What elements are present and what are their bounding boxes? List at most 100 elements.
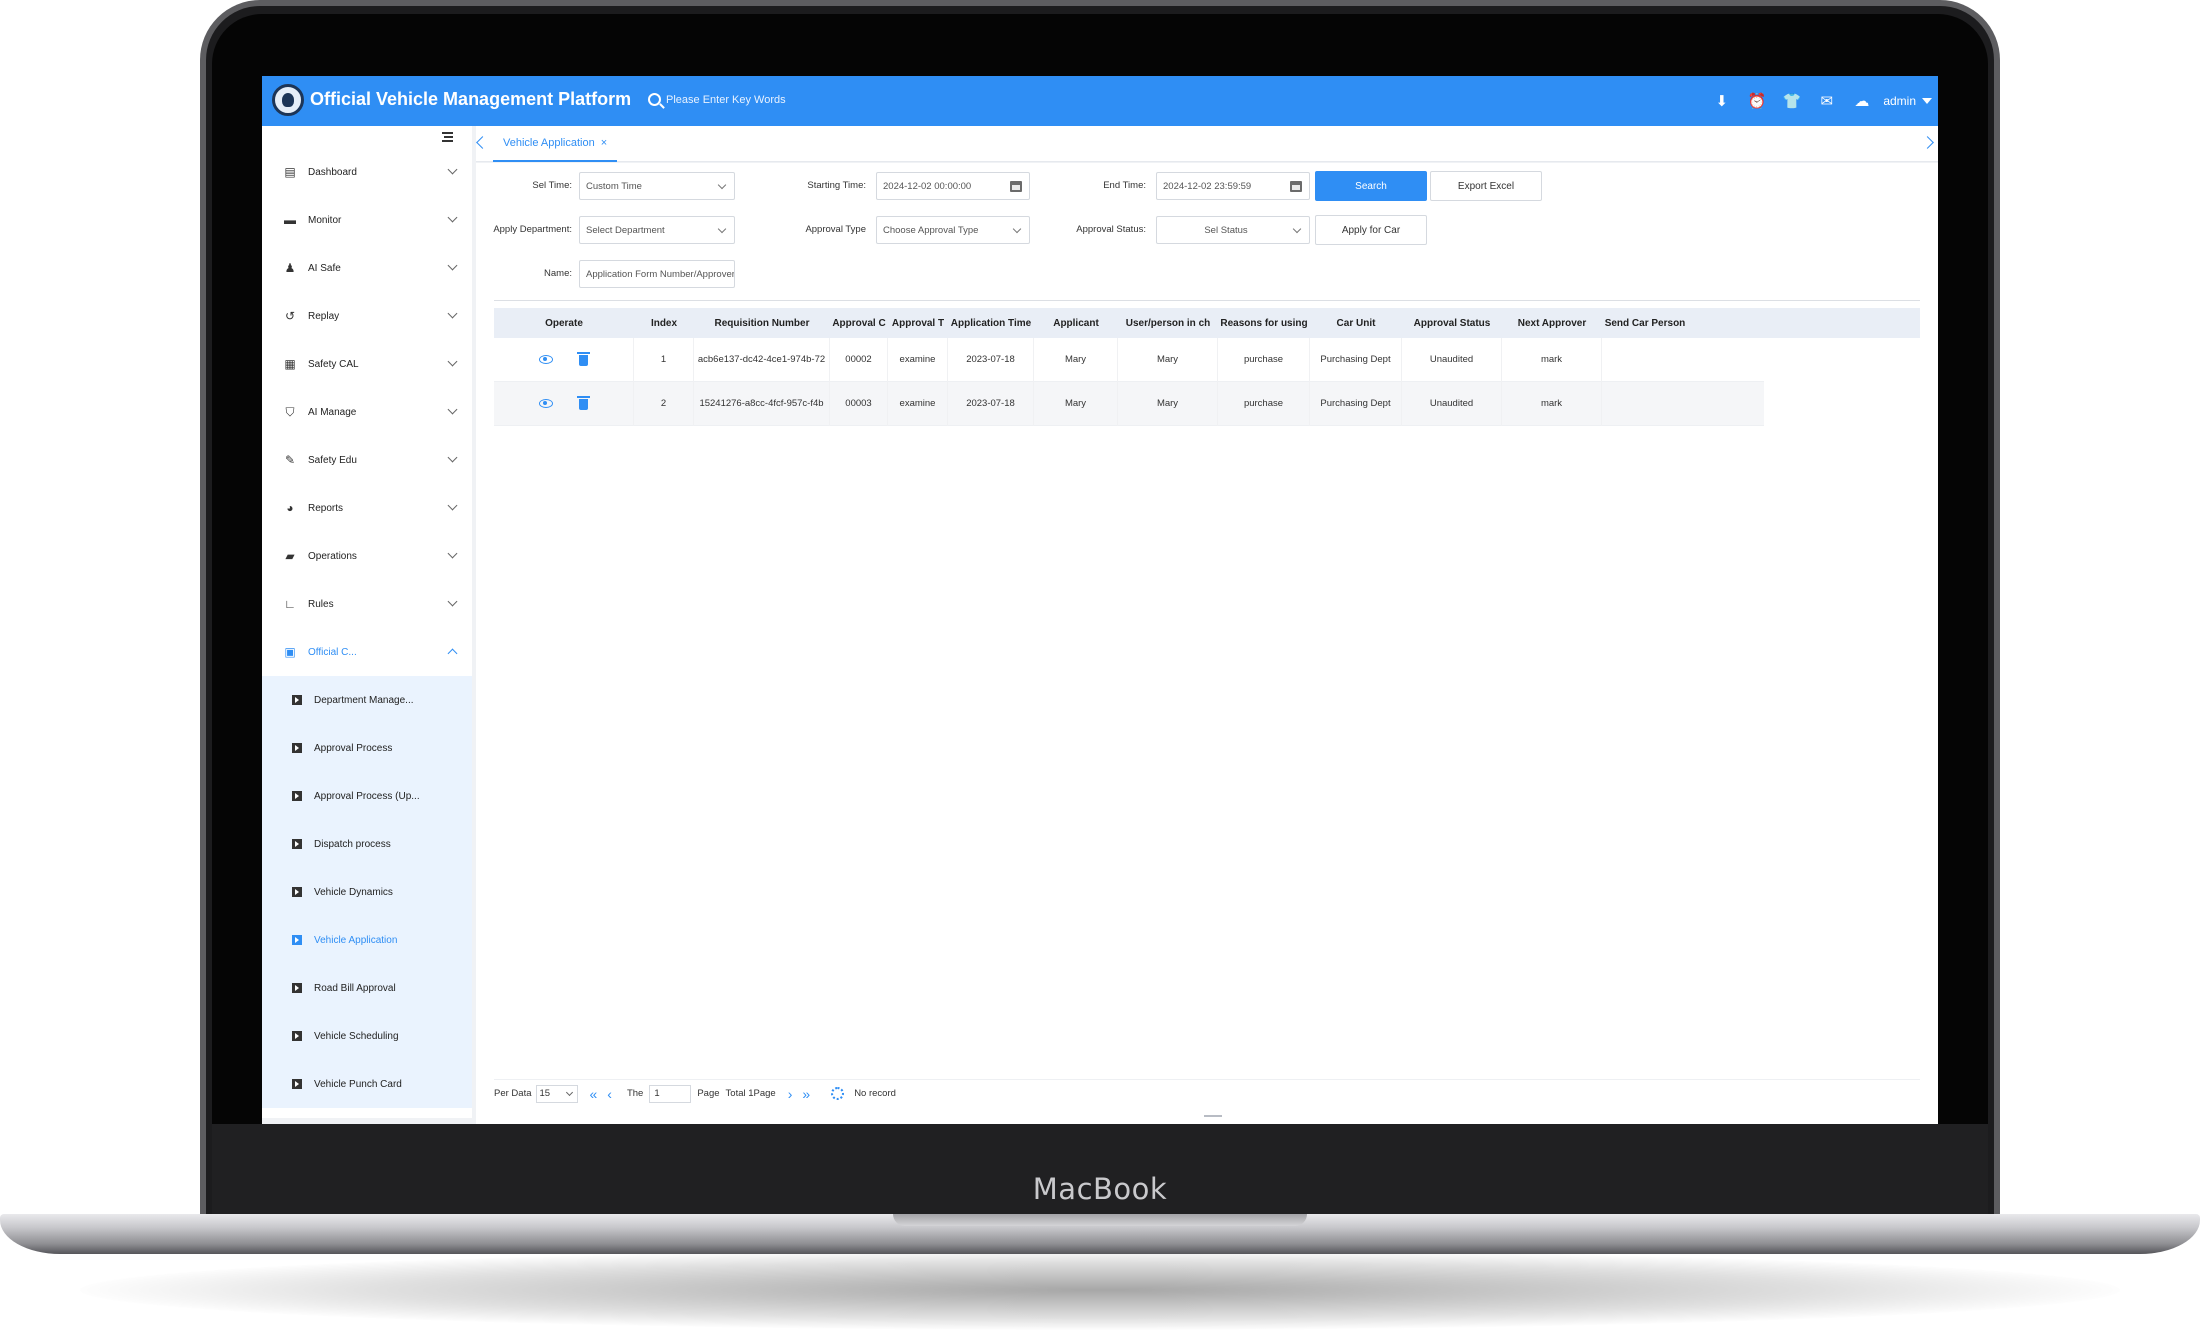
resize-handle[interactable] xyxy=(1204,1115,1222,1117)
shield-icon: ⛉ xyxy=(285,404,295,419)
view-icon[interactable] xyxy=(539,355,553,364)
export-excel-button[interactable]: Export Excel xyxy=(1430,171,1542,201)
cell-approval-code: 00003 xyxy=(830,381,888,426)
sidebar-subitem-approval-process-up[interactable]: Approval Process (Up... xyxy=(262,772,472,820)
mail-icon[interactable]: ✉ xyxy=(1809,76,1844,126)
search-input[interactable] xyxy=(666,90,866,110)
document-icon: ▣ xyxy=(284,645,296,659)
per-data-label: Per Data xyxy=(494,1088,532,1099)
collapse-menu-icon[interactable] xyxy=(439,132,453,144)
sidebar-subitem-vehicle-punch-card[interactable]: Vehicle Punch Card xyxy=(262,1060,472,1108)
column-header[interactable]: Application Time xyxy=(948,318,1034,329)
sidebar-item-reports[interactable]: ◕ Reports xyxy=(262,484,472,532)
sidebar-subitem-vehicle-dynamics[interactable]: Vehicle Dynamics xyxy=(262,868,472,916)
column-header[interactable]: Approval Status xyxy=(1402,318,1502,329)
shirt-icon[interactable]: 👕 xyxy=(1774,76,1809,126)
end-time-value: 2024-12-02 23:59:59 xyxy=(1163,180,1252,192)
table-row[interactable]: 1 acb6e137-dc42-4ce1-974b-72 00002 exami… xyxy=(494,337,1764,382)
view-icon[interactable] xyxy=(539,399,553,408)
apply-department-select[interactable]: Select Department xyxy=(579,216,735,244)
alarm-icon[interactable]: ⏰ xyxy=(1739,76,1774,126)
chevron-down-icon xyxy=(447,404,458,415)
search-icon[interactable] xyxy=(648,93,661,106)
sidebar-subitem-road-bill-approval[interactable]: Road Bill Approval xyxy=(262,964,472,1012)
calendar-icon xyxy=(1290,181,1302,192)
sel-time-select[interactable]: Custom Time xyxy=(579,172,735,200)
cell-next-approver: mark xyxy=(1502,337,1602,382)
approval-status-select[interactable]: Sel Status xyxy=(1156,216,1310,244)
table-row[interactable]: 2 15241276-a8cc-4fcf-957c-f4b 00003 exam… xyxy=(494,381,1764,426)
column-header[interactable]: Send Car Person xyxy=(1602,318,1688,329)
app-logo xyxy=(272,84,304,116)
page-icon xyxy=(292,1079,302,1089)
column-header[interactable]: Approval T xyxy=(888,318,948,329)
pagination: Per Data 15 « ‹ The 1 Page Total 1Page ›… xyxy=(494,1079,1920,1107)
page-number-input[interactable]: 1 xyxy=(649,1084,692,1103)
next-page-icon[interactable]: › xyxy=(788,1086,793,1102)
search-button[interactable]: Search xyxy=(1315,171,1427,201)
sidebar: ▤ Dashboard ▬ Monitor ♟ AI Safe ↺ Replay… xyxy=(262,126,472,1118)
cell-application-time: 2023-07-18 xyxy=(948,337,1034,382)
sidebar-item-operations[interactable]: ▰ Operations xyxy=(262,532,472,580)
close-icon[interactable]: × xyxy=(601,137,607,149)
cloud-icon[interactable]: ☁ xyxy=(1844,76,1879,126)
sidebar-subitem-department-manage[interactable]: Department Manage... xyxy=(262,676,472,724)
row-actions xyxy=(494,381,634,426)
sidebar-item-safety-cal[interactable]: ▦ Safety CAL xyxy=(262,340,472,388)
cell-reason: purchase xyxy=(1218,337,1310,382)
column-header[interactable]: Index xyxy=(634,318,694,329)
sidebar-subitem-vehicle-scheduling[interactable]: Vehicle Scheduling xyxy=(262,1012,472,1060)
per-data-select[interactable]: 15 xyxy=(535,1084,578,1103)
delete-icon[interactable] xyxy=(577,352,590,366)
user-name: admin xyxy=(1883,94,1916,108)
starting-time-field[interactable]: 2024-12-02 00:00:00 xyxy=(876,172,1030,200)
chevron-down-icon xyxy=(447,356,458,367)
prev-page-icon[interactable]: ‹ xyxy=(607,1086,612,1102)
end-time-field[interactable]: 2024-12-02 23:59:59 xyxy=(1156,172,1310,200)
sidebar-item-official-car[interactable]: ▣ Official C... xyxy=(262,628,472,676)
header-actions: ⬇ ⏰ 👕 ✉ ☁ admin xyxy=(1704,76,1932,126)
refresh-icon[interactable] xyxy=(831,1087,845,1100)
last-page-icon[interactable]: » xyxy=(802,1086,810,1102)
sidebar-subitem-dispatch-process[interactable]: Dispatch process xyxy=(262,820,472,868)
tab-vehicle-application[interactable]: Vehicle Application × xyxy=(493,126,618,162)
column-header[interactable]: Operate xyxy=(494,318,634,329)
column-header[interactable]: Next Approver xyxy=(1502,318,1602,329)
apply-for-car-button[interactable]: Apply for Car xyxy=(1315,215,1427,245)
approval-type-select[interactable]: Choose Approval Type xyxy=(876,216,1030,244)
column-header[interactable]: Applicant xyxy=(1034,318,1118,329)
sidebar-item-replay[interactable]: ↺ Replay xyxy=(262,292,472,340)
column-header[interactable]: Requisition Number xyxy=(694,318,830,329)
sidebar-subitem-label: Approval Process xyxy=(314,742,393,754)
download-icon[interactable]: ⬇ xyxy=(1704,76,1739,126)
sidebar-item-monitor[interactable]: ▬ Monitor xyxy=(262,196,472,244)
column-header[interactable]: Approval C xyxy=(830,318,888,329)
chevron-down-icon xyxy=(717,180,727,190)
approval-type-label: Approval Type xyxy=(805,224,866,235)
chevron-right-icon[interactable] xyxy=(1921,136,1934,149)
sidebar-subitem-vehicle-application[interactable]: Vehicle Application xyxy=(262,916,472,964)
sidebar-item-safety-edu[interactable]: ✎ Safety Edu xyxy=(262,436,472,484)
user-menu[interactable]: admin xyxy=(1879,94,1932,108)
name-input[interactable]: Application Form Number/Approver xyxy=(579,260,735,288)
first-page-icon[interactable]: « xyxy=(590,1086,598,1102)
chevron-down-icon xyxy=(447,596,458,607)
laptop-notch xyxy=(893,1214,1307,1226)
cell-approval-type: examine xyxy=(888,381,948,426)
column-header[interactable]: User/person in ch xyxy=(1118,318,1218,329)
cell-applicant: Mary xyxy=(1034,337,1118,382)
page-icon xyxy=(292,935,302,945)
chevron-left-icon[interactable] xyxy=(476,136,489,149)
screen: Official Vehicle Management Platform ⬇ ⏰… xyxy=(262,76,1938,1124)
chevron-down-icon xyxy=(447,308,458,319)
sidebar-item-ai-manage[interactable]: ⛉ AI Manage xyxy=(262,388,472,436)
column-header[interactable]: Reasons for using xyxy=(1218,318,1310,329)
sidebar-item-dashboard[interactable]: ▤ Dashboard xyxy=(262,148,472,196)
column-header[interactable]: Car Unit xyxy=(1310,318,1402,329)
delete-icon[interactable] xyxy=(577,396,590,410)
sidebar-item-rules[interactable]: ∟ Rules xyxy=(262,580,472,628)
page-icon xyxy=(292,791,302,801)
page-number-value: 1 xyxy=(654,1088,660,1099)
sidebar-subitem-approval-process[interactable]: Approval Process xyxy=(262,724,472,772)
sidebar-item-ai-safe[interactable]: ♟ AI Safe xyxy=(262,244,472,292)
